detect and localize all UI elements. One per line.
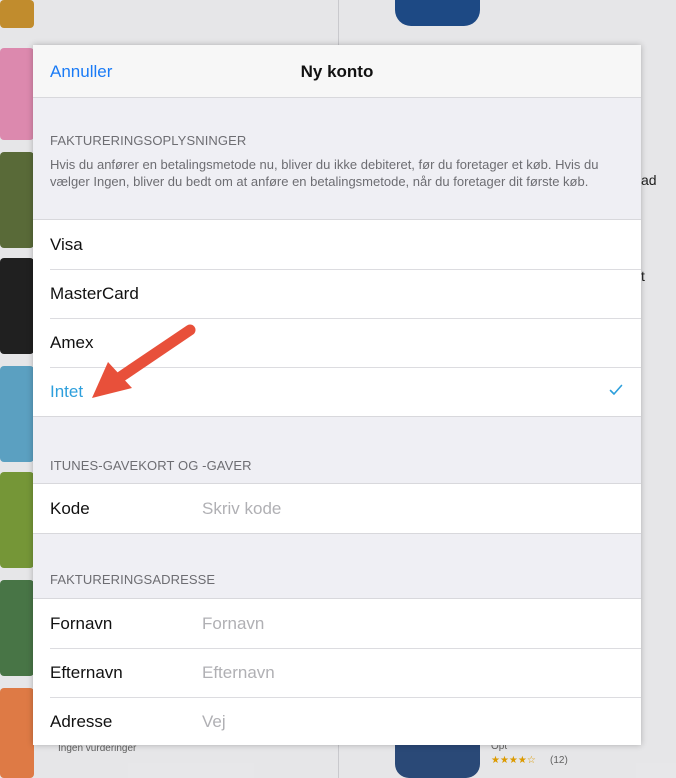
checkmark-icon <box>609 384 623 395</box>
last-name-field[interactable] <box>202 662 582 683</box>
address-group: Fornavn Efternavn Adresse <box>33 598 641 745</box>
last-name-row: Efternavn <box>33 648 641 697</box>
address-row: Adresse <box>33 697 641 745</box>
code-label: Kode <box>50 498 90 518</box>
page-title: Ny konto <box>300 62 374 81</box>
billing-description: Hvis du anfører en betalingsmetode nu, b… <box>50 157 599 189</box>
giftcard-group: Kode <box>33 483 641 534</box>
payment-option-mastercard[interactable]: MasterCard <box>33 269 641 318</box>
giftcard-code-row: Kode <box>33 484 641 533</box>
address-section-header: FAKTURERINGSADRESSE <box>50 572 216 587</box>
payment-option-label: Intet <box>50 381 84 401</box>
first-name-row: Fornavn <box>33 599 641 648</box>
navigation-bar: Annuller Ny konto <box>33 45 641 98</box>
code-input[interactable] <box>202 498 582 519</box>
payment-option-visa[interactable]: Visa <box>33 220 641 269</box>
billing-section-header: FAKTURERINGSOPLYSNINGER <box>50 133 247 148</box>
giftcard-section-header: ITUNES-GAVEKORT OG -GAVER <box>50 458 252 473</box>
first-name-field[interactable] <box>202 613 582 634</box>
address-field[interactable] <box>202 711 582 732</box>
last-name-label: Efternavn <box>50 662 123 682</box>
address-label: Adresse <box>50 711 113 731</box>
payment-option-label: MasterCard <box>50 283 139 303</box>
first-name-label: Fornavn <box>50 613 113 633</box>
payment-option-label: Visa <box>50 234 83 254</box>
red-arrow-icon <box>92 324 196 398</box>
